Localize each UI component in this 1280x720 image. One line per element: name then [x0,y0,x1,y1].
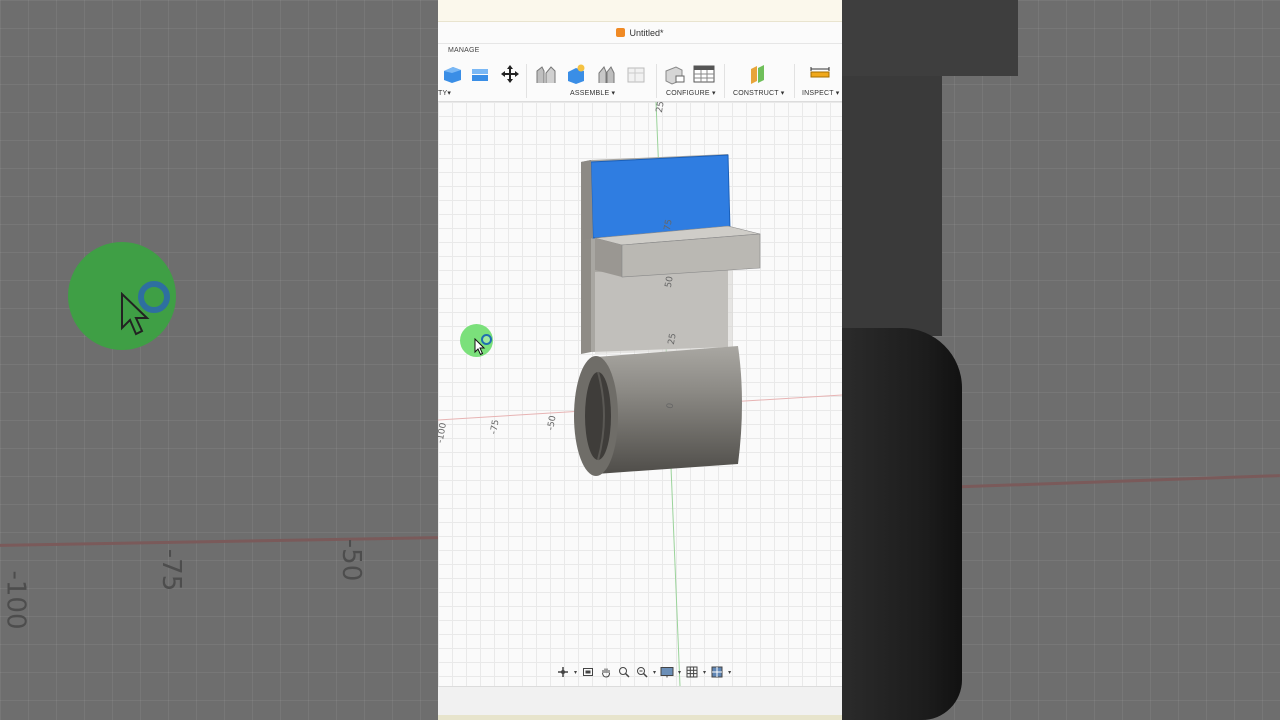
measure-icon [810,67,830,78]
chevron-down-icon[interactable]: ▾ [574,669,577,676]
group-inspect[interactable]: INSPECT ▾ [802,89,839,97]
blurred-model-wall [842,76,942,336]
wall-edge [581,160,593,240]
blurred-axis-label: -100 [0,570,31,630]
tab-manage[interactable]: MANAGE [448,47,480,54]
measure-button[interactable] [808,62,832,86]
pan-button[interactable] [599,664,613,680]
document-icon [616,28,626,37]
zoom-icon [619,667,630,678]
pan-icon [602,668,611,678]
blurred-axis-label: -75 [156,548,187,592]
axis-label: 25 [654,102,667,114]
chevron-down-icon[interactable]: ▾ [728,669,731,676]
joint-icon [598,66,615,83]
blurred-model-top [842,0,1018,76]
stack-icon [472,69,488,81]
display-settings-button[interactable] [660,664,674,680]
look-at-icon [583,668,594,676]
grid-settings-button[interactable] [685,664,699,680]
group-configure[interactable]: CONFIGURE ▾ [666,89,716,97]
offset-plane-button[interactable] [746,62,770,86]
cylinder-body [596,346,742,474]
zoom-button[interactable] [617,664,631,680]
display-settings-icon [660,667,674,678]
document-title: Untitled* [629,27,664,38]
system-bar [438,0,842,22]
plane-icon [751,65,764,84]
move-icon [501,65,519,83]
look-at-button[interactable] [581,664,595,680]
axis-label: 25 [666,332,679,346]
configure-button[interactable] [662,62,686,86]
fit-button[interactable] [635,664,649,680]
selected-face[interactable] [590,154,731,239]
joint-icon [536,66,556,83]
axis-label: 75 [662,218,675,232]
chevron-down-icon[interactable]: ▾ [653,669,656,676]
app-window: Untitled* MANAGE TY▾ ASSEMBLE ▾ CONFIGUR… [438,0,842,720]
model-scene [438,102,842,686]
blurred-axis-label: -50 [336,538,367,582]
viewports-button[interactable] [710,664,724,680]
new-component-button[interactable] [564,62,588,86]
box-icon [444,67,461,83]
fit-icon [637,667,648,678]
divider [656,64,657,98]
pointer-icon [474,338,486,356]
grid-settings-icon [686,666,698,678]
spreadsheet-icon [693,65,715,83]
divider [724,64,725,98]
divider [794,64,795,98]
chevron-down-icon[interactable]: ▾ [678,669,681,676]
orbit-icon [558,667,568,677]
blurred-model-cylinder [842,328,962,720]
divider [526,64,527,98]
chevron-down-icon[interactable]: ▾ [703,669,706,676]
group-modify[interactable]: TY▾ [438,89,451,97]
viewports-icon [711,666,723,678]
table-icon [627,67,645,83]
cylinder-bore [585,372,611,460]
document-tab[interactable]: Untitled* [438,22,842,44]
component-icon [568,64,585,84]
orbit-button[interactable] [556,664,570,680]
blurred-pointer-icon [121,292,150,336]
as-built-joint-button[interactable] [594,62,618,86]
configure-icon [665,66,685,85]
axis-label: 50 [663,275,676,289]
video-frame: -75 -50 -100 Untitled* MANAGE TY▾ ASSEMB… [0,0,1280,720]
bottom-edge [438,715,842,720]
configuration-table-button[interactable] [692,62,716,86]
blurred-grid [0,0,438,720]
group-construct[interactable]: CONSTRUCT ▾ [733,89,784,97]
ribbon-toolbar: MANAGE TY▾ ASSEMBLE ▾ CONFIGURE ▾ CONSTR… [438,44,842,102]
modify-press-pull-button[interactable] [468,62,492,86]
blurred-right-panel [842,0,1280,720]
3d-viewport[interactable]: 25 75 50 25 0 -50 -75 -100 [438,102,842,686]
navigation-bar: ▾ ▾ ▾ ▾ ▾ [556,663,731,681]
table-button[interactable] [624,62,648,86]
group-assemble[interactable]: ASSEMBLE ▾ [570,89,615,97]
joint-button[interactable] [534,62,558,86]
modify-box-button[interactable] [440,62,464,86]
blurred-left-panel: -75 -50 -100 [0,0,438,720]
move-button[interactable] [498,62,522,86]
